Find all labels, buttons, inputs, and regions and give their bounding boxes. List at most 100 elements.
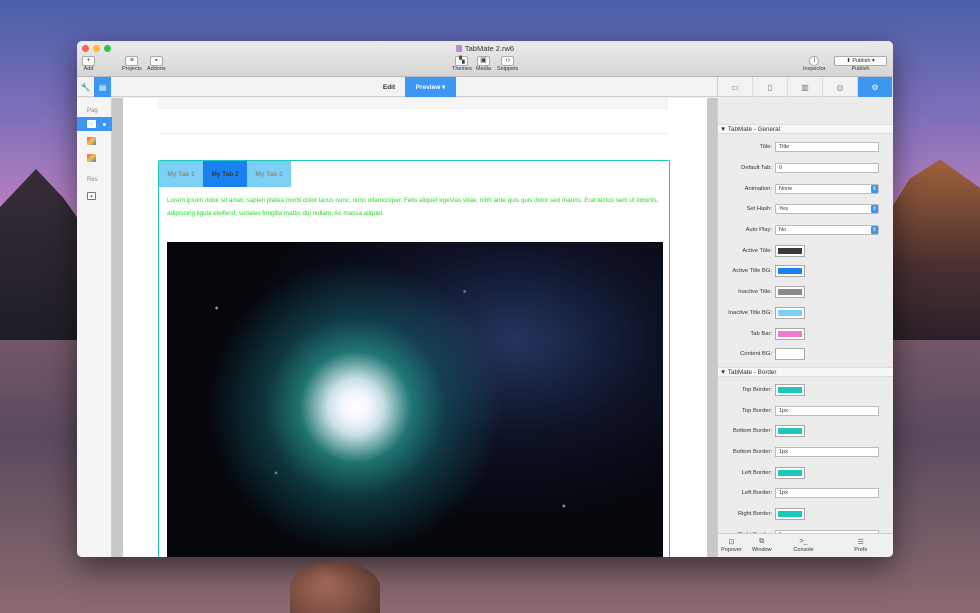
setting-label: Set Hash:	[746, 206, 772, 213]
projects-icon: ≡	[125, 56, 139, 66]
pages-icon[interactable]: ▤	[94, 77, 111, 97]
popover-button[interactable]: ⊡ Popover	[718, 534, 745, 557]
preview-canvas: My Tab 1 My Tab 2 My Tab 3 Lorem ipsum d…	[112, 98, 717, 557]
preview-mode-button[interactable]: Preview ▾	[405, 77, 456, 97]
updown-arrows-icon: ⇕	[871, 205, 878, 214]
sidebar-mode-switch: 🔧 ▤	[77, 77, 112, 97]
updown-arrows-icon: ⇕	[871, 226, 878, 235]
sidebar-page-2[interactable]	[77, 134, 112, 148]
setting-row: Bottom Border: 1px	[718, 442, 893, 463]
color-well[interactable]	[775, 265, 805, 278]
setting-row: Animation: None ⇕	[718, 178, 893, 199]
prefs-button[interactable]: ☰ Prefs	[828, 534, 893, 557]
setting-label: Active Title:	[742, 247, 772, 254]
sidebar-page-home[interactable]: ⌂	[77, 117, 112, 131]
color-well[interactable]	[775, 306, 805, 319]
console-icon: >_	[799, 538, 808, 545]
stack-page-icon	[87, 137, 96, 145]
projects-button[interactable]: ≡ Projects	[122, 56, 142, 72]
tab-3[interactable]: My Tab 3	[247, 161, 291, 187]
setting-row: Left Border: 1px	[718, 483, 893, 504]
comet-image	[167, 242, 663, 557]
page-icon[interactable]: ▯	[753, 77, 788, 97]
window-icon: ⧉	[759, 538, 765, 545]
themes-button[interactable]: ▚ Themes	[452, 56, 472, 72]
console-button[interactable]: >_ Console	[779, 534, 829, 557]
window-button[interactable]: ⧉ Window	[745, 534, 779, 557]
resource-icon: ▾	[87, 192, 96, 200]
wrench-icon[interactable]: 🔧	[77, 77, 94, 97]
sidebar-resource[interactable]: ▾	[77, 189, 112, 203]
setting-text-field[interactable]: 1px	[775, 446, 879, 457]
color-well[interactable]	[775, 508, 805, 521]
publish-dropdown[interactable]: ⬆ Publish ▾	[834, 56, 887, 66]
themes-icon: ▚	[455, 56, 469, 66]
setting-text-field[interactable]: Title	[775, 142, 879, 153]
setting-label: Left Border:	[741, 490, 772, 497]
tab-bar: My Tab 1 My Tab 2 My Tab 3	[159, 161, 669, 187]
setting-label: Inactive Title:	[738, 289, 772, 296]
setting-text-field[interactable]: 1px	[775, 488, 879, 499]
color-well[interactable]	[775, 286, 805, 299]
general-section-header[interactable]: ▼ TabMate - General	[718, 124, 893, 134]
setting-popup-value: No	[779, 227, 787, 234]
setting-label: Default Tab:	[741, 165, 772, 172]
selected-dot	[103, 122, 106, 126]
setting-label: Animation:	[744, 185, 772, 192]
tab-1[interactable]: My Tab 1	[159, 161, 203, 187]
color-well[interactable]	[775, 383, 805, 396]
popover-icon: ⊡	[728, 539, 735, 546]
document-icon	[455, 45, 462, 52]
color-swatch	[778, 289, 802, 296]
setting-label: Top Border:	[742, 407, 772, 414]
media-button[interactable]: ▣ Media	[476, 56, 491, 72]
page-preview: My Tab 1 My Tab 2 My Tab 3 Lorem ipsum d…	[123, 98, 707, 557]
setting-row: Top Border:	[718, 380, 893, 401]
tab-content: Lorem ipsum dolor sit amet, sapien plate…	[159, 187, 669, 220]
page-sidebar: Pag ⌂ Res ▾	[77, 98, 112, 557]
color-swatch	[778, 469, 802, 476]
color-well[interactable]	[775, 348, 805, 361]
snippets-icon: ‹›	[501, 56, 515, 66]
sidebar-page-3[interactable]	[77, 151, 112, 165]
tabmate-widget: My Tab 1 My Tab 2 My Tab 3 Lorem ipsum d…	[158, 160, 670, 557]
grid-icon[interactable]: ▥	[788, 77, 823, 97]
setting-popup-value: Yes	[779, 206, 788, 213]
edit-mode-button[interactable]: Edit	[373, 77, 405, 97]
setting-row: Inactive Title BG:	[718, 303, 893, 324]
home-page-icon: ⌂	[87, 120, 96, 128]
setting-label: Active Title BG:	[732, 268, 772, 275]
addons-icon: ▪	[149, 56, 163, 66]
setting-row: Content BG:	[718, 344, 893, 365]
setting-popup[interactable]: Yes ⇕	[775, 204, 879, 215]
color-well[interactable]	[775, 425, 805, 438]
setting-text-field[interactable]: 1px	[775, 405, 879, 416]
settings-icon[interactable]: ⚙	[858, 77, 893, 97]
color-swatch	[778, 386, 802, 393]
setting-popup[interactable]: No ⇕	[775, 225, 879, 236]
setting-text-field[interactable]: 0	[775, 163, 879, 174]
pages-header: Pag	[87, 108, 98, 114]
resources-header: Res	[87, 177, 98, 183]
setting-label: Inactive Title BG:	[728, 309, 772, 316]
add-button[interactable]: + Add	[82, 56, 95, 72]
inspector-button[interactable]: i Inspector	[803, 56, 826, 72]
color-well[interactable]	[775, 466, 805, 479]
setting-row: Set Hash: Yes ⇕	[718, 199, 893, 220]
setting-label: Content BG:	[740, 351, 772, 358]
color-well[interactable]	[775, 327, 805, 340]
inspector-scroll: ▼ TabMate - General Title: Title Default T…	[718, 98, 893, 533]
publish-button[interactable]: ⬆ Publish ▾ Publish	[834, 56, 887, 72]
snippets-button[interactable]: ‹› Snippets	[497, 56, 518, 72]
color-swatch	[778, 247, 802, 254]
style-icon[interactable]: ◎	[823, 77, 858, 97]
color-well[interactable]	[775, 244, 805, 257]
setting-popup-value: None	[779, 185, 793, 192]
updown-arrows-icon: ⇕	[871, 184, 878, 193]
setting-popup[interactable]: None ⇕	[775, 183, 879, 194]
addons-button[interactable]: ▪ Addons	[147, 56, 166, 72]
page-layout-icon[interactable]: ▭	[718, 77, 753, 97]
mode-bar: 🔧 ▤ Edit Preview ▾ ▭ ▯ ▥ ◎ ⚙	[77, 77, 893, 97]
border-section-header[interactable]: ▼ TabMate - Border	[718, 366, 893, 377]
tab-2[interactable]: My Tab 2	[203, 161, 247, 187]
